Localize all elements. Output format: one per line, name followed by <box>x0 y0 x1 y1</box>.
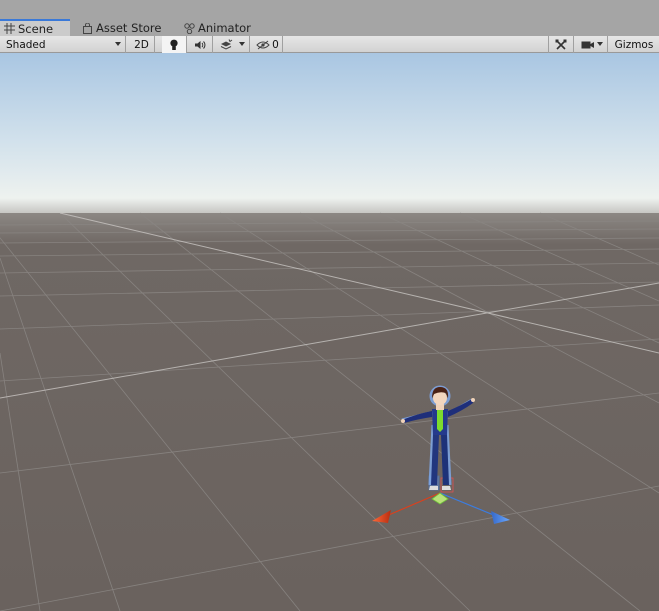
effects-dropdown[interactable] <box>214 36 250 53</box>
ground-plane <box>0 213 659 611</box>
lightbulb-icon <box>170 39 178 50</box>
tab-asset-store-label: Asset Store <box>96 21 162 35</box>
toggle-2d-button[interactable]: 2D <box>129 36 155 53</box>
lighting-toggle[interactable] <box>162 36 187 53</box>
effects-stack-icon <box>220 39 233 50</box>
shopping-bag-icon <box>83 22 92 34</box>
skybox <box>0 53 659 218</box>
chevron-down-icon <box>115 42 121 46</box>
camera-settings-dropdown[interactable] <box>576 36 608 53</box>
camera-icon <box>581 41 594 48</box>
scene-toolbar: Shaded 2D 0 Gizmos <box>0 36 659 53</box>
hidden-count: 0 <box>272 38 279 51</box>
crossed-tools-icon <box>555 39 567 50</box>
toggle-2d-label: 2D <box>134 38 149 51</box>
gizmos-dropdown[interactable]: Gizmos <box>609 36 659 53</box>
grid-icon <box>4 23 15 34</box>
animator-nodes-icon <box>184 22 195 34</box>
scene-tools-button[interactable] <box>548 36 574 53</box>
speaker-icon <box>195 40 206 49</box>
window-tab-bar: Scene Asset Store Animator <box>0 0 659 36</box>
draw-mode-dropdown[interactable]: Shaded <box>0 36 126 53</box>
tab-animator[interactable]: Animator <box>180 20 260 36</box>
tab-scene[interactable]: Scene <box>0 19 70 36</box>
tab-scene-label: Scene <box>18 21 54 36</box>
tab-asset-store[interactable]: Asset Store <box>78 20 168 36</box>
hidden-objects-toggle[interactable]: 0 <box>253 36 283 53</box>
scene-viewport[interactable] <box>0 53 659 611</box>
audio-toggle[interactable] <box>188 36 213 53</box>
draw-mode-label: Shaded <box>6 38 46 51</box>
tab-animator-label: Animator <box>198 21 251 35</box>
chevron-down-icon <box>597 42 603 46</box>
chevron-down-icon <box>239 42 245 46</box>
eye-slash-icon <box>256 40 270 49</box>
gizmos-label: Gizmos <box>614 38 654 51</box>
